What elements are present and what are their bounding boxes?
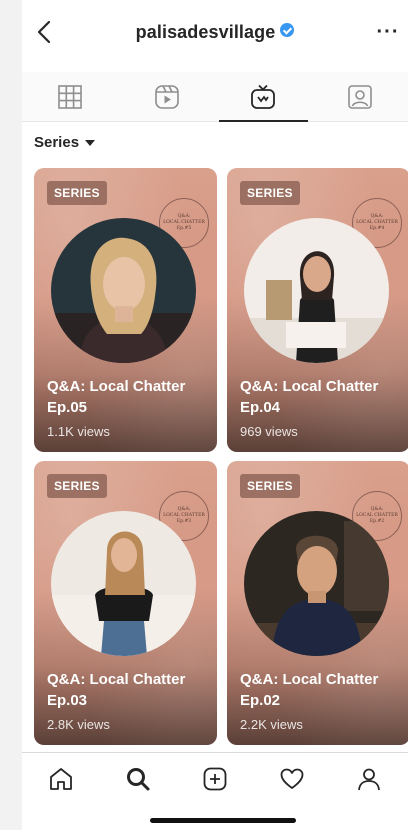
nav-home[interactable]	[22, 753, 99, 804]
nav-search[interactable]	[99, 753, 176, 804]
series-card[interactable]: SERIES Q&A: LOCAL CHATTER Ep.#4 Q&A: Loc…	[227, 168, 408, 452]
series-badge: SERIES	[47, 181, 107, 205]
stamp-line: Ep.#2	[369, 518, 385, 524]
view-count: 2.2K views	[240, 717, 303, 732]
search-icon	[126, 767, 150, 790]
caret-down-icon	[85, 139, 96, 146]
more-options-button[interactable]: ···	[376, 18, 400, 46]
nav-activity[interactable]	[254, 753, 331, 804]
series-card[interactable]: SERIES Q&A: LOCAL CHATTER Ep.#2 Q&A: Loc…	[227, 461, 408, 745]
series-card[interactable]: SERIES Q&A: LOCAL CHATTER Ep.#3 Q&A: Loc…	[34, 461, 217, 745]
tab-reels[interactable]	[119, 72, 216, 121]
plus-square-icon	[203, 767, 227, 790]
tab-grid[interactable]	[22, 72, 119, 121]
profile-tabs	[22, 72, 408, 122]
grid-icon	[58, 84, 83, 109]
igtv-icon	[251, 84, 276, 109]
view-count: 1.1K views	[47, 424, 110, 439]
card-title: Q&A: Local Chatter Ep.05	[47, 378, 186, 416]
stamp-line: Ep.#3	[176, 518, 192, 524]
guest-portrait	[51, 511, 196, 656]
card-title: Q&A: Local Chatter Ep.04	[240, 378, 379, 416]
heart-icon	[280, 768, 304, 789]
profile-icon	[358, 768, 381, 790]
verified-badge-icon	[280, 23, 295, 37]
profile-header: palisadesvillage ···	[22, 0, 408, 68]
card-title: Q&A: Local Chatter Ep.03	[47, 671, 186, 709]
guest-portrait	[244, 511, 389, 656]
title-wrap: palisadesvillage	[22, 22, 408, 43]
card-title: Q&A: Local Chatter Ep.02	[240, 671, 379, 709]
view-count: 2.8K views	[47, 717, 110, 732]
reels-icon	[154, 84, 179, 109]
profile-username: palisadesvillage	[135, 22, 276, 42]
view-count: 969 views	[240, 424, 298, 439]
tab-tagged[interactable]	[312, 72, 408, 121]
bottom-navigation	[22, 752, 408, 804]
series-badge: SERIES	[240, 181, 300, 205]
series-card[interactable]: SERIES Q&A: LOCAL CHATTER Ep.#5 Q&A: Loc…	[34, 168, 217, 452]
stamp-line: Ep.#4	[369, 225, 385, 231]
guest-portrait	[244, 218, 389, 363]
tab-igtv[interactable]	[215, 72, 312, 122]
stamp-line: Ep.#5	[176, 225, 192, 231]
nav-profile[interactable]	[331, 753, 408, 804]
phone-screen: palisadesvillage ··· Series SERIES Q&A: …	[22, 0, 408, 830]
series-filter-label: Series	[34, 134, 80, 151]
tagged-icon	[347, 84, 372, 109]
guest-portrait	[51, 218, 196, 363]
home-indicator[interactable]	[150, 818, 296, 823]
series-badge: SERIES	[240, 474, 300, 498]
device-bezel	[0, 0, 22, 830]
home-icon	[49, 767, 72, 790]
nav-create[interactable]	[176, 753, 253, 804]
series-badge: SERIES	[47, 474, 107, 498]
series-filter-dropdown[interactable]: Series	[34, 134, 96, 151]
